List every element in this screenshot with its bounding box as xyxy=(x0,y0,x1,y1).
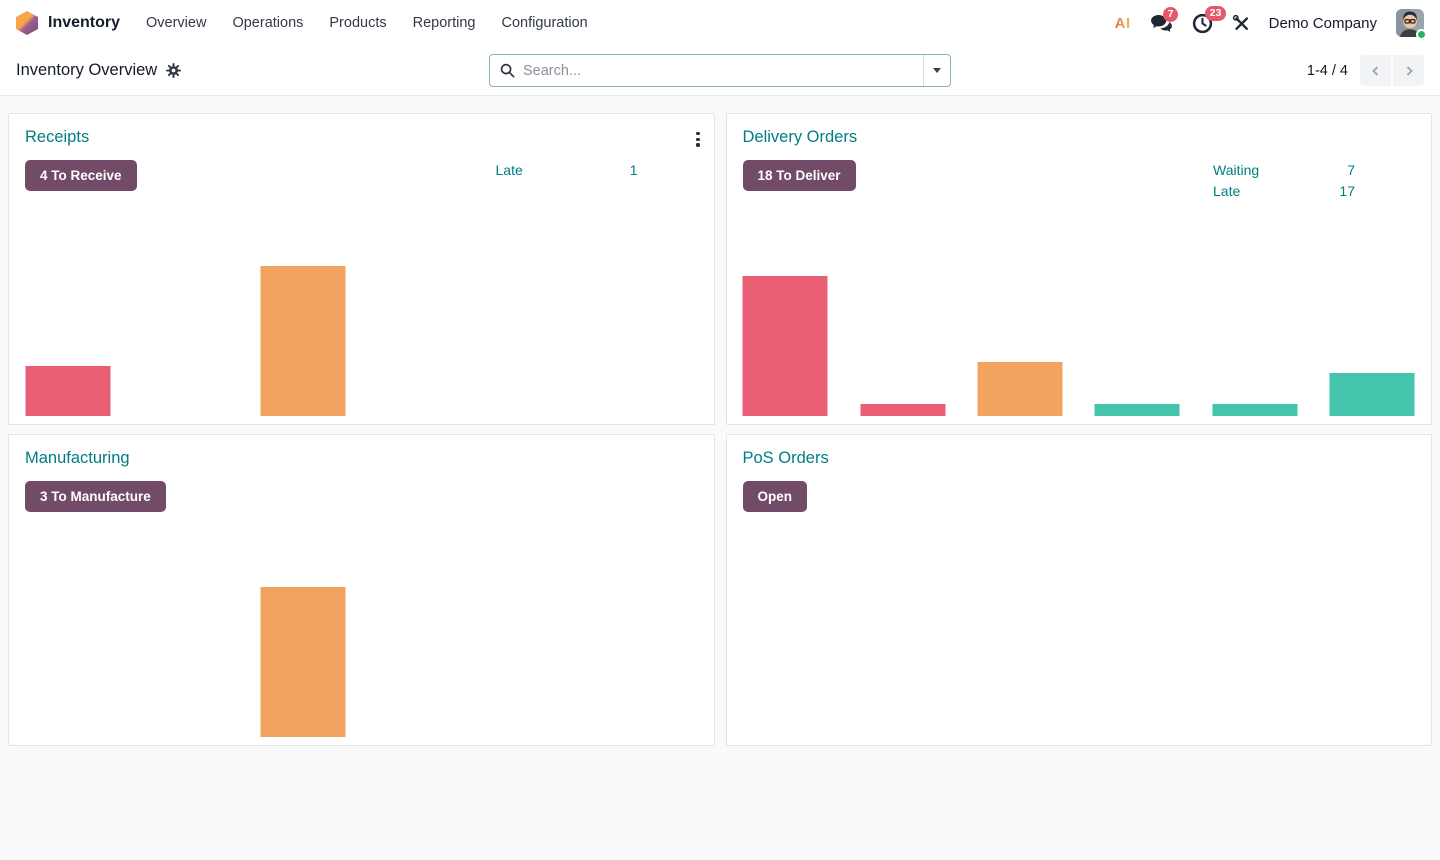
manufacturing-bar-chart xyxy=(9,577,714,737)
company-switcher[interactable]: Demo Company xyxy=(1269,15,1377,32)
odoo-app-logo[interactable] xyxy=(16,11,38,35)
chart-bar[interactable] xyxy=(260,266,345,416)
overview-kanban: Receipts 4 To Receive Late 1 Delivery Or… xyxy=(8,113,1432,746)
chevron-left-icon xyxy=(1370,65,1382,77)
kebab-menu-icon[interactable] xyxy=(693,129,702,150)
menu-item-products[interactable]: Products xyxy=(329,0,386,46)
stat-label: Late xyxy=(496,160,523,181)
app-name[interactable]: Inventory xyxy=(48,14,120,32)
chart-bar[interactable] xyxy=(978,362,1063,416)
to-receive-button[interactable]: 4 To Receive xyxy=(25,160,137,191)
card-receipts: Receipts 4 To Receive Late 1 xyxy=(8,113,715,425)
messages-badge: 7 xyxy=(1163,7,1179,23)
stat-waiting[interactable]: Waiting 7 xyxy=(1213,160,1355,181)
top-navbar: Inventory Overview Operations Products R… xyxy=(0,0,1440,46)
card-pos-orders: PoS Orders Open xyxy=(726,434,1433,746)
chevron-down-icon xyxy=(933,68,941,73)
page-title: Inventory Overview xyxy=(16,61,157,80)
search-input[interactable] xyxy=(515,63,923,79)
chart-bar[interactable] xyxy=(1095,404,1180,416)
control-panel: Inventory Overview 1-4 / 4 xyxy=(0,46,1440,96)
pager: 1-4 / 4 xyxy=(1307,55,1424,86)
activities-badge: 23 xyxy=(1205,6,1227,22)
stat-value: 17 xyxy=(1339,181,1355,202)
search-dropdown-toggle[interactable] xyxy=(923,55,950,86)
card-manufacturing: Manufacturing 3 To Manufacture xyxy=(8,434,715,746)
chart-bar[interactable] xyxy=(1330,373,1415,416)
search-bar xyxy=(489,54,951,87)
gear-icon[interactable] xyxy=(166,63,181,78)
chart-bar[interactable] xyxy=(860,404,945,416)
stat-late[interactable]: Late 17 xyxy=(1213,181,1355,202)
receipts-bar-chart xyxy=(9,256,714,416)
pager-next-button[interactable] xyxy=(1393,55,1424,86)
delivery-bar-chart xyxy=(727,256,1432,416)
stat-label: Late xyxy=(1213,181,1240,202)
stat-value: 1 xyxy=(630,160,638,181)
card-title[interactable]: Manufacturing xyxy=(25,449,130,468)
menu-item-reporting[interactable]: Reporting xyxy=(413,0,476,46)
pos-bar-chart xyxy=(727,577,1432,737)
card-stats: Late 1 xyxy=(496,160,638,181)
card-stats: Waiting 7 Late 17 xyxy=(1213,160,1355,202)
ai-icon[interactable]: AI xyxy=(1115,15,1131,32)
menu-item-overview[interactable]: Overview xyxy=(146,0,206,46)
card-title[interactable]: PoS Orders xyxy=(743,449,829,468)
messages-button[interactable]: 7 xyxy=(1150,14,1173,33)
chart-bar[interactable] xyxy=(260,587,345,737)
online-status-dot xyxy=(1416,29,1427,40)
card-delivery-orders: Delivery Orders 18 To Deliver Waiting 7 … xyxy=(726,113,1433,425)
pager-value[interactable]: 1-4 / 4 xyxy=(1307,63,1348,79)
card-title[interactable]: Delivery Orders xyxy=(743,128,858,147)
chevron-right-icon xyxy=(1403,65,1415,77)
menu-item-operations[interactable]: Operations xyxy=(232,0,303,46)
open-button[interactable]: Open xyxy=(743,481,808,512)
systray: AI 7 23 Demo Company xyxy=(1115,9,1424,37)
chart-bar[interactable] xyxy=(743,276,828,416)
main-menu: Overview Operations Products Reporting C… xyxy=(146,0,588,46)
stat-label: Waiting xyxy=(1213,160,1259,181)
chart-bar[interactable] xyxy=(25,366,110,416)
stat-late[interactable]: Late 1 xyxy=(496,160,638,181)
crossed-tools-icon xyxy=(1232,14,1250,32)
search-icon xyxy=(490,63,515,78)
user-avatar[interactable] xyxy=(1396,9,1424,37)
chart-bar[interactable] xyxy=(1212,404,1297,416)
card-title[interactable]: Receipts xyxy=(25,128,89,147)
pager-previous-button[interactable] xyxy=(1360,55,1391,86)
breadcrumb: Inventory Overview xyxy=(16,61,181,80)
stat-value: 7 xyxy=(1347,160,1355,181)
menu-item-configuration[interactable]: Configuration xyxy=(502,0,588,46)
to-deliver-button[interactable]: 18 To Deliver xyxy=(743,160,856,191)
activities-button[interactable]: 23 xyxy=(1192,13,1213,34)
to-manufacture-button[interactable]: 3 To Manufacture xyxy=(25,481,166,512)
tools-button[interactable] xyxy=(1232,14,1250,32)
